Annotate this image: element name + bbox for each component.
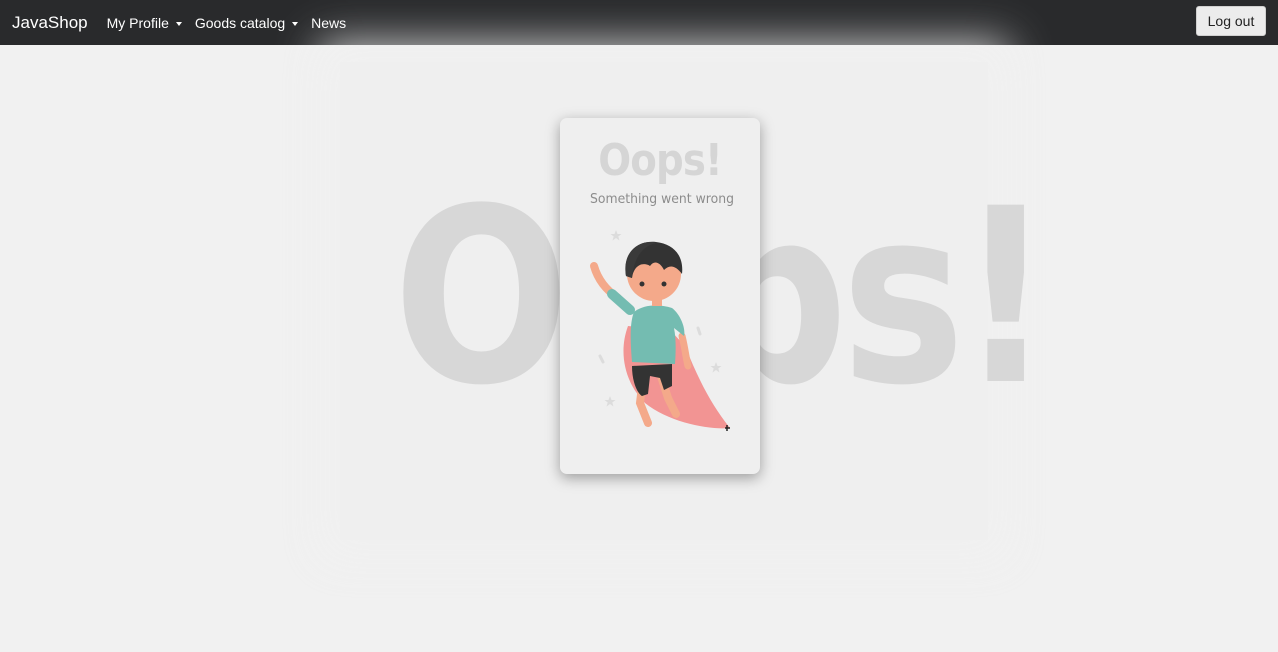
logout-button[interactable]: Log out (1196, 6, 1266, 36)
caret-down-icon (175, 22, 182, 26)
brand-logo[interactable]: JavaShop (12, 13, 88, 33)
superhero-boy-illustration (590, 230, 730, 431)
error-card: Oops! Something went wrong (560, 118, 760, 474)
nav-goods-catalog[interactable]: Goods catalog (194, 14, 299, 31)
caret-down-icon (292, 22, 299, 26)
nav-my-profile[interactable]: My Profile (107, 15, 182, 31)
nav-goods-catalog-label: Goods catalog (194, 14, 286, 31)
nav-news[interactable]: News (311, 15, 346, 31)
nav-my-profile-label: My Profile (106, 14, 169, 31)
error-subtitle: Something went wrong (590, 191, 734, 207)
nav-news-label: News (311, 14, 347, 31)
navbar: JavaShop My Profile Goods catalog News L… (0, 0, 1278, 45)
error-title: Oops! (598, 135, 722, 186)
